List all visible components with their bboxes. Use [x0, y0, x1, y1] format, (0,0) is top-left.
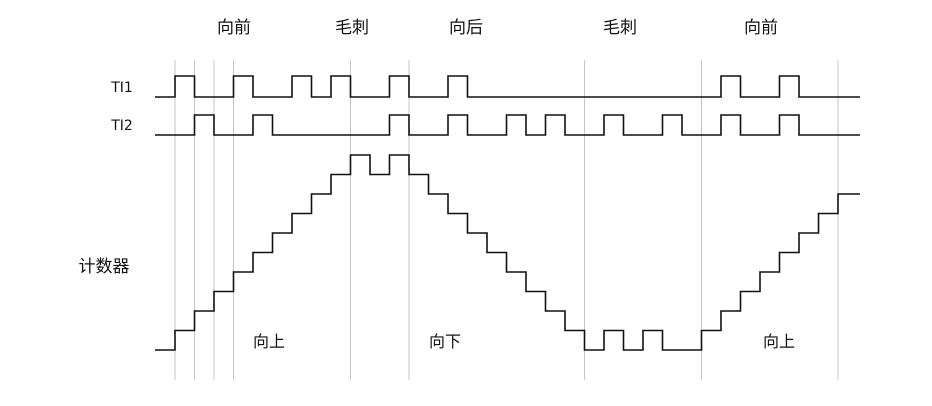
phase-label-forward-2: 向前	[744, 18, 778, 38]
phase-label-glitch-1: 毛刺	[335, 18, 369, 38]
phase-label-forward-1: 向前	[217, 18, 251, 38]
ti1-waveform	[155, 75, 860, 98]
signal-label-counter: 计数器	[79, 257, 130, 277]
quadrature-encoder-timing-diagram: 向前 毛刺 向后 毛刺 向前 TI1 TI2 计数器 向上 向下 向上	[0, 0, 932, 401]
direction-label-up-2: 向上	[763, 332, 795, 351]
ti2-waveform	[155, 114, 860, 136]
counter-waveform	[155, 154, 860, 351]
signal-label-ti1: TI1	[110, 80, 133, 96]
timing-diagram-canvas: 向前 毛刺 向后 毛刺 向前 TI1 TI2 计数器 向上 向下 向上	[79, 18, 860, 380]
phase-label-glitch-2: 毛刺	[603, 18, 637, 38]
direction-label-up-1: 向上	[253, 332, 285, 351]
phase-label-backward: 向后	[449, 18, 483, 38]
direction-label-down: 向下	[429, 332, 461, 351]
signal-label-ti2: TI2	[110, 118, 133, 134]
